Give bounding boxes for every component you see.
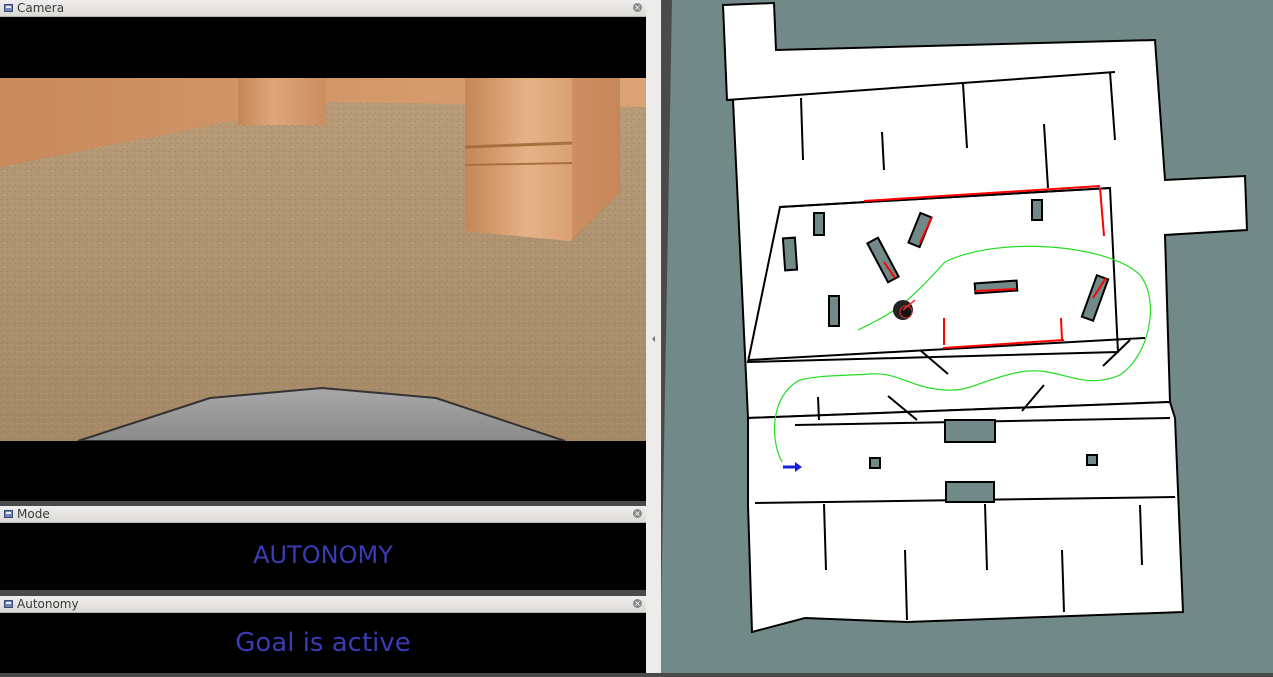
map-view[interactable] [660, 0, 1273, 673]
autonomy-title: Autonomy [17, 597, 79, 611]
window-icon [4, 600, 13, 608]
mode-display: AUTONOMY [0, 523, 646, 590]
close-icon[interactable]: × [633, 509, 642, 518]
close-icon[interactable]: × [633, 3, 642, 12]
mode-titlebar[interactable]: Mode × [0, 506, 646, 523]
mode-panel: Mode × AUTONOMY [0, 506, 646, 590]
autonomy-titlebar[interactable]: Autonomy × [0, 596, 646, 613]
camera-image [0, 17, 646, 501]
autonomy-status-text: Goal is active [235, 628, 411, 658]
window-icon [4, 510, 13, 518]
camera-panel: Camera × [0, 0, 646, 501]
window-icon [4, 4, 13, 12]
camera-titlebar[interactable]: Camera × [0, 0, 646, 17]
camera-title: Camera [17, 1, 65, 15]
splitter-handle[interactable] [646, 0, 661, 673]
mode-status-text: AUTONOMY [253, 541, 393, 569]
close-icon[interactable]: × [633, 599, 642, 608]
camera-view [0, 17, 646, 501]
chevron-left-icon [652, 336, 655, 342]
autonomy-display: Goal is active [0, 613, 646, 673]
map-canvas[interactable] [660, 0, 1273, 673]
mode-title: Mode [17, 507, 50, 521]
autonomy-panel: Autonomy × Goal is active [0, 596, 646, 673]
